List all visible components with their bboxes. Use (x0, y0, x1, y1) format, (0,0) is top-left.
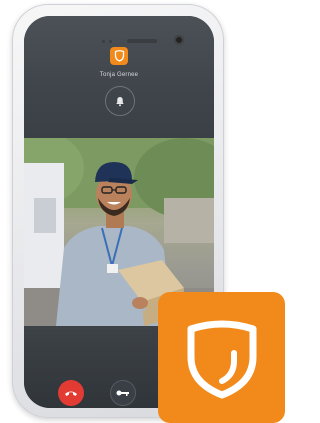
brand-badge (158, 292, 285, 423)
bell-icon (116, 96, 124, 106)
front-sensor-dots (102, 40, 112, 43)
hero-graphic: Tonja Gernee (0, 0, 285, 423)
bell-button[interactable] (105, 86, 135, 116)
shield-logo-icon (187, 320, 256, 398)
caller-name: Tonja Gernee (99, 72, 139, 78)
key-icon (116, 390, 129, 396)
unlock-door-button[interactable] (110, 380, 136, 406)
front-camera (174, 35, 184, 45)
shield-logo-icon (110, 47, 128, 65)
end-call-button[interactable] (58, 380, 84, 406)
phone-hangup-icon (65, 391, 77, 396)
earpiece-speaker (127, 39, 157, 43)
